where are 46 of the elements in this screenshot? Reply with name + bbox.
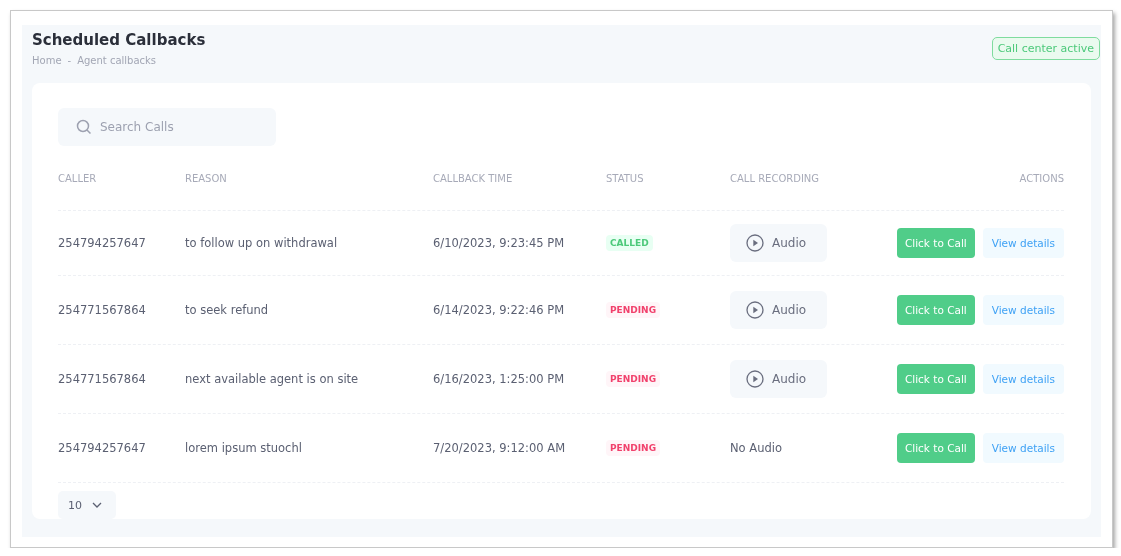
play-icon <box>746 234 764 252</box>
column-header: CALLBACK TIME <box>433 172 514 184</box>
audio-button[interactable]: Audio <box>730 291 827 329</box>
column-header: STATUS <box>606 172 645 184</box>
column-header: CALLER <box>58 172 98 184</box>
audio-button[interactable]: Audio <box>730 224 827 262</box>
status-badge: PENDING <box>606 302 660 318</box>
status-badge: Call center active <box>991 37 1100 60</box>
breadcrumb-item[interactable]: Home <box>32 55 62 66</box>
call-button[interactable]: Click to Call <box>896 433 975 463</box>
status-badge: PENDING <box>606 371 660 387</box>
details-button[interactable]: View details <box>982 295 1064 325</box>
table-cell-text: 7/20/2023, 9:12:00 AM <box>433 441 567 455</box>
status-badge: CALLED <box>606 235 653 251</box>
details-button[interactable]: View details <box>982 433 1064 463</box>
call-button[interactable]: Click to Call <box>896 228 975 258</box>
table-cell-text: No Audio <box>730 441 783 455</box>
table-cell-text: lorem ipsum stuochl <box>185 441 303 455</box>
column-header: CALL RECORDING <box>730 172 821 184</box>
details-button[interactable]: View details <box>982 228 1064 258</box>
details-button[interactable]: View details <box>982 364 1064 394</box>
breadcrumb-separator: - <box>67 55 72 66</box>
table-cell-text: 6/10/2023, 9:23:45 PM <box>433 236 566 250</box>
table-cell-text: 254771567864 <box>58 372 147 386</box>
table-cell-text: 254794257647 <box>58 236 147 250</box>
audio-button[interactable]: Audio <box>730 360 827 398</box>
table-cell-text: 6/16/2023, 1:25:00 PM <box>433 372 566 386</box>
page-size-select[interactable]: 10 <box>58 491 116 519</box>
search-icon <box>76 119 92 135</box>
breadcrumb-item: Agent callbacks <box>77 55 157 66</box>
call-button[interactable]: Click to Call <box>896 295 975 325</box>
search-field[interactable]: Search Calls <box>58 108 276 146</box>
play-icon <box>746 370 764 388</box>
call-button[interactable]: Click to Call <box>896 364 975 394</box>
page-title: Scheduled Callbacks <box>32 31 206 49</box>
table-cell-text: 6/14/2023, 9:22:46 PM <box>433 303 566 317</box>
column-header: REASON <box>185 172 228 184</box>
status-badge: PENDING <box>606 440 660 456</box>
column-header: ACTIONS <box>1018 172 1064 184</box>
table-cell-text: 254771567864 <box>58 303 147 317</box>
chevron-down-icon <box>92 502 102 508</box>
table-cell-text: 254794257647 <box>58 441 147 455</box>
table-cell-text: to seek refund <box>185 303 270 317</box>
table-cell-text: to follow up on withdrawal <box>185 236 339 250</box>
table-cell-text: next available agent is on site <box>185 372 360 386</box>
play-icon <box>746 301 764 319</box>
